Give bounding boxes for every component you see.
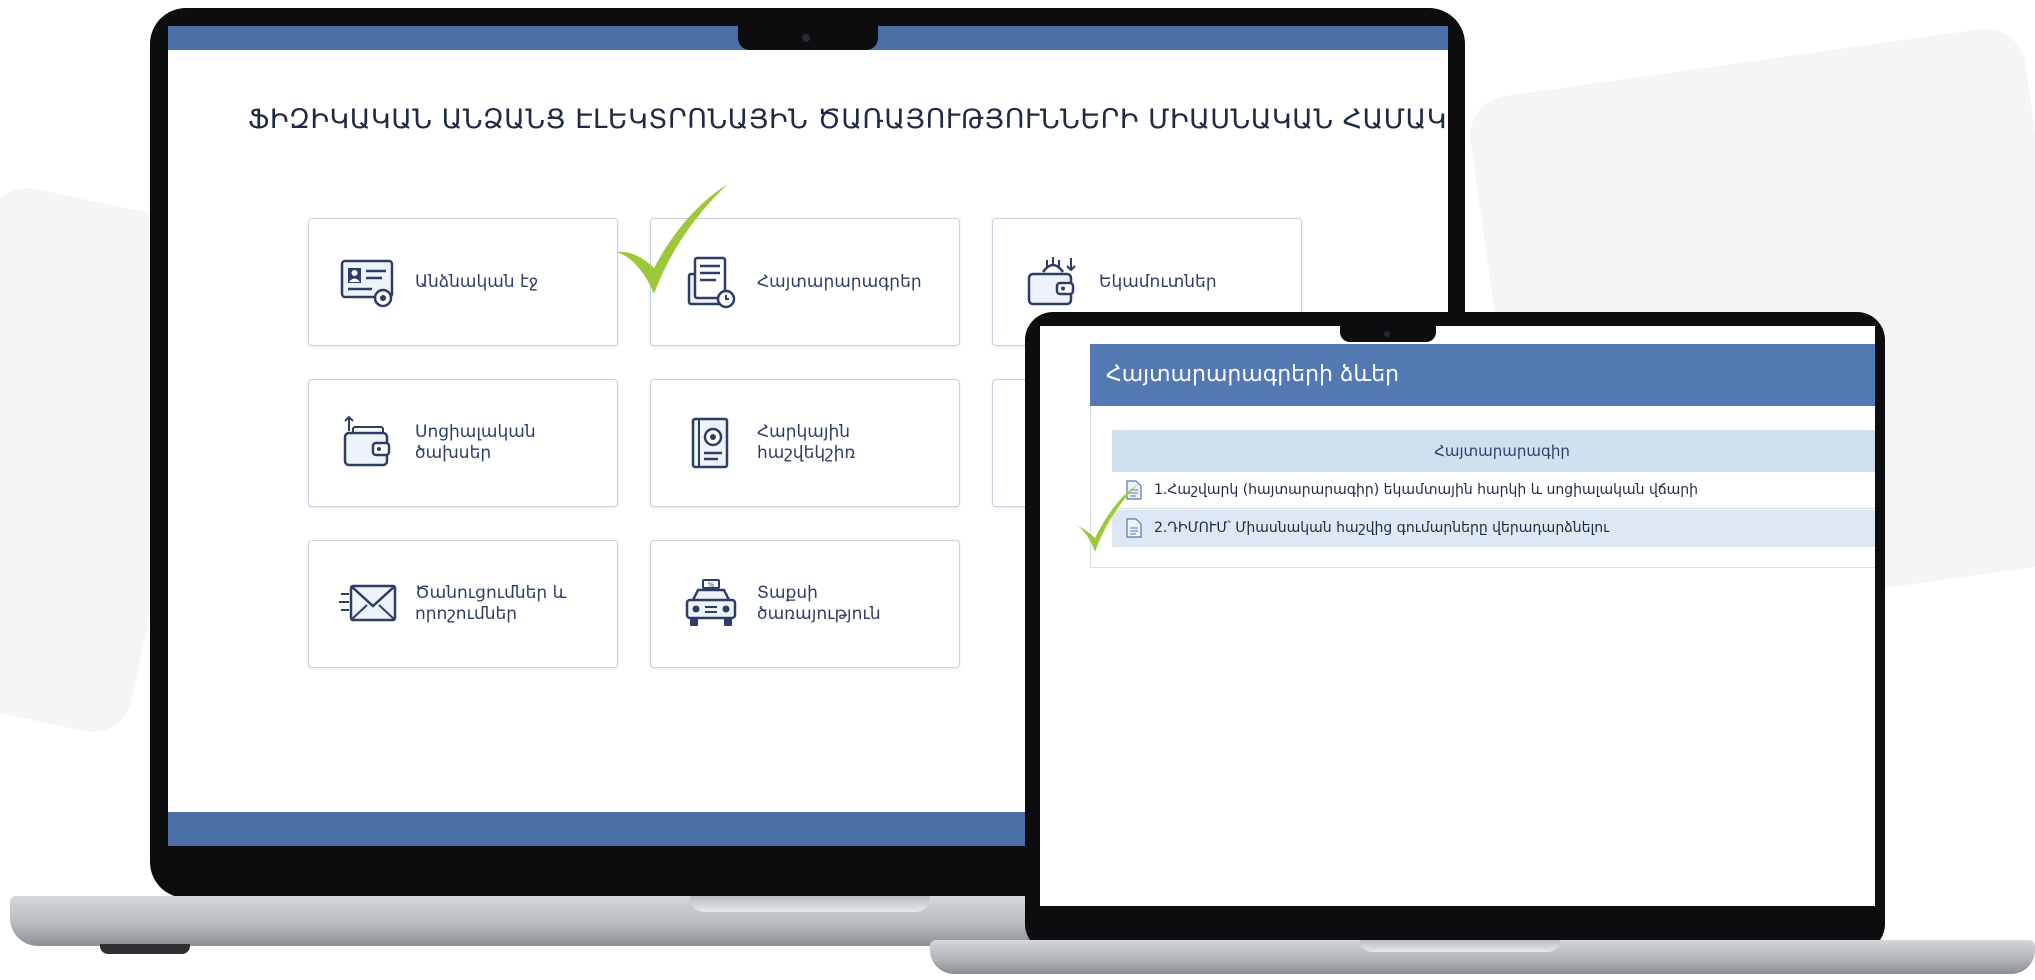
camera-icon xyxy=(1384,331,1390,337)
tile-label: Հայտարարագրեր xyxy=(757,271,922,292)
secondary-laptop: Հայտարարագրերի ձևեր Հայտարարագիր 1.Հաշվա… xyxy=(930,300,2035,980)
declaration-link[interactable]: 2.ԴԻՄՈՒՄ՝ Միասնական հաշվից գումարները վե… xyxy=(1154,520,1609,536)
tile-personal-page[interactable]: Անձնական էջ xyxy=(308,218,618,346)
camera-notch xyxy=(738,26,878,50)
laptop-base-notch xyxy=(1360,940,1560,952)
svg-text:%: % xyxy=(708,581,715,589)
table-header: Հայտարարագիր xyxy=(1112,430,1875,472)
laptop-base-notch xyxy=(690,896,930,912)
tile-social-expenses[interactable]: Սոցիալական ծախսեր xyxy=(308,379,618,507)
tax-book-coin-icon xyxy=(691,417,729,469)
tile-label: Անձնական էջ xyxy=(415,271,539,292)
taxi-icon: % xyxy=(685,579,737,626)
tile-tax-balance[interactable]: Հարկային հաշվեկշիռ xyxy=(650,379,960,507)
table-row[interactable]: 2.ԴԻՄՈՒՄ՝ Միասնական հաշվից գումարները վե… xyxy=(1112,510,1875,547)
tile-notifications[interactable]: Ծանուցումներ և որոշումներ xyxy=(308,540,618,668)
tile-label: Տաքսի ծառայություն xyxy=(757,583,881,624)
camera-notch xyxy=(1340,326,1436,342)
tile-label: Ծանուցումներ և որոշումներ xyxy=(415,583,567,624)
camera-icon xyxy=(802,34,810,42)
table-row[interactable]: 1.Հաշվարկ (հայտարարագիր) եկամտային հարկի… xyxy=(1112,472,1875,509)
page-title: ՖԻԶԻԿԱԿԱՆ ԱՆՁԱՆՑ ԷԼԵԿՏՐՈՆԱՅԻՆ ԾԱՌԱՅՈՒԹՅՈ… xyxy=(248,104,1448,135)
tile-label: Հարկային հաշվեկշիռ xyxy=(757,422,856,463)
id-card-gear-icon xyxy=(340,259,394,308)
panel-title: Հայտարարագրերի ձևեր xyxy=(1090,344,1875,406)
declaration-link[interactable]: 1.Հաշվարկ (հայտարարագիր) եկամտային հարկի… xyxy=(1154,482,1698,498)
tile-taxi-service[interactable]: % Տաքսի ծառայություն xyxy=(650,540,960,668)
tile-label: Սոցիալական ծախսեր xyxy=(415,422,536,463)
laptop-screen: Հայտարարագրերի ձևեր Հայտարարագիր 1.Հաշվա… xyxy=(1040,326,1875,906)
laptop-foot xyxy=(100,944,190,954)
checkmark-icon xyxy=(1072,484,1138,552)
checkmark-icon xyxy=(616,184,728,294)
wallet-spending-icon xyxy=(343,415,391,467)
envelope-icon xyxy=(339,584,397,622)
tile-label: Եկամուտներ xyxy=(1099,271,1217,292)
